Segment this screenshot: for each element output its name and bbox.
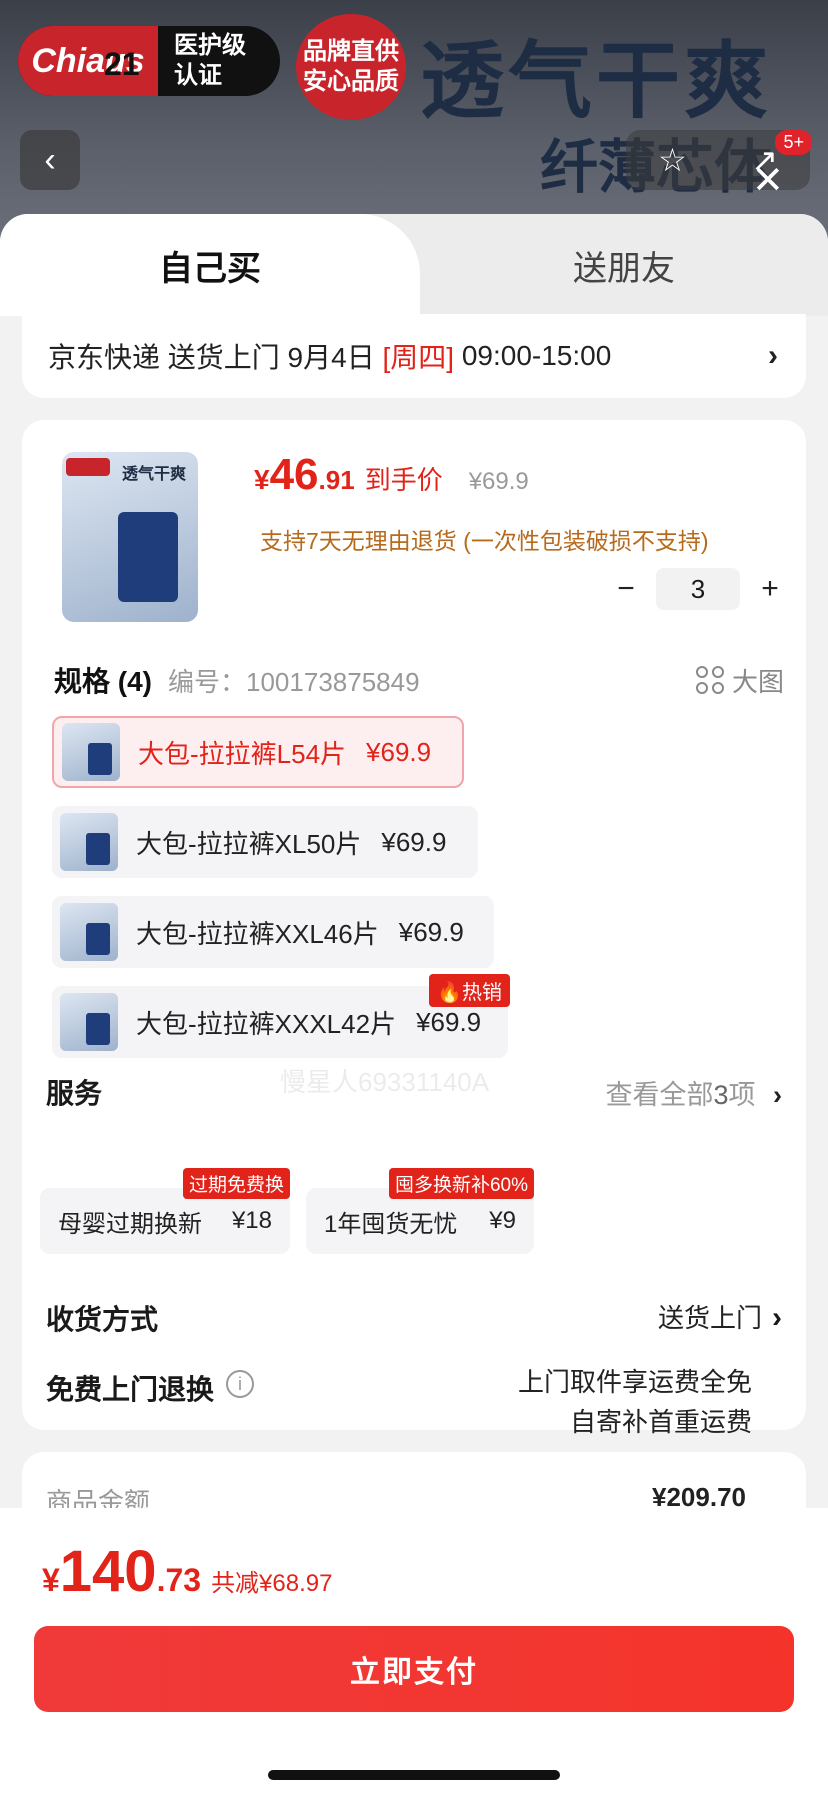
total-savings: 共减¥68.97 [211, 1570, 333, 1597]
qty-minus-button[interactable]: − [604, 572, 648, 606]
back-button[interactable]: ‹ [20, 130, 80, 190]
service-option[interactable]: 1年囤货无忧 ¥9 囤多换新补60% [306, 1168, 534, 1254]
star-icon[interactable]: ☆ [658, 141, 687, 179]
free-return-row: 免费上门退换 i 上门取件享运费全免 自寄补首重运费 [46, 1362, 782, 1442]
spec-code: 编号：100173875849 [168, 666, 420, 697]
spec-price: ¥69.9 [398, 916, 464, 947]
free-return-label: 免费上门退换 [46, 1374, 215, 1405]
spec-thumb [60, 903, 118, 961]
service-price: ¥18 [231, 1207, 272, 1234]
spec-title: 规格 (4) [54, 666, 153, 697]
pay-now-button[interactable]: 立即支付 [34, 1626, 794, 1712]
services-title: 服务 [46, 1078, 103, 1109]
price-int: 46 [269, 450, 319, 499]
big-view-label: 大图 [731, 666, 784, 697]
qty-input[interactable]: 3 [656, 568, 740, 610]
price-dec: .91 [318, 465, 355, 495]
free-return-value: 上门取件享运费全免 自寄补首重运费 [518, 1362, 752, 1442]
view-all-suffix: 项 [728, 1079, 756, 1110]
price-yen: ¥ [254, 464, 270, 495]
total-int: 140 [59, 1539, 157, 1604]
big-view-button[interactable]: 大图 [695, 662, 784, 699]
quantity-stepper: − 3 + [604, 568, 792, 610]
service-tag: 囤多换新补60% [388, 1168, 534, 1199]
cart-badge: 5+ [775, 130, 812, 155]
spec-thumb [62, 723, 120, 781]
spec-name: 大包-拉拉裤L54片 [138, 738, 347, 769]
spec-thumb [60, 993, 118, 1051]
watermark: 慢星人69331140A [280, 1067, 490, 1097]
service-name: 1年囤货无忧 [324, 1210, 458, 1238]
delivery-time: 09:00-15:00 [454, 340, 612, 371]
brand-certification: 医护级 认证 [174, 32, 246, 89]
receive-label: 收货方式 [46, 1304, 159, 1335]
return-note: 支持7天无理由退货 (一次性包装破损不支持) [260, 528, 709, 554]
thumb-title: 透气干爽 [122, 466, 187, 483]
view-all-prefix: 查看全部 [605, 1079, 714, 1110]
status-time: 21 [104, 46, 140, 82]
thumb-pack [118, 512, 178, 602]
delivery-row[interactable]: 京东快递 送货上门 9月4日 [周四] 09:00-15:00 › [22, 314, 806, 398]
services-view-all[interactable]: 查看全部3项 › [605, 1073, 782, 1112]
spec-option[interactable]: 大包-拉拉裤XL50片 ¥69.9 [52, 806, 478, 878]
service-option[interactable]: 母婴过期换新 ¥18 过期免费换 [40, 1168, 290, 1254]
free-return-line1: 上门取件享运费全免 [517, 1367, 752, 1397]
spec-option[interactable]: 大包-拉拉裤XXXL42片 ¥69.9 🔥热销 [52, 974, 510, 1058]
spec-name: 大包-拉拉裤XXXL42片 [136, 1008, 397, 1039]
product-backdrop: Chiaus 医护级 认证 品牌直供 安心品质 透气干爽 纤薄芯体 21 ‹ ☆… [0, 0, 828, 240]
delivery-prefix: 京东快递 送货上门 9月4日 [48, 342, 383, 373]
info-icon[interactable]: i [226, 1370, 255, 1398]
view-all-count: 3 [713, 1079, 729, 1110]
fire-icon: 🔥 [437, 982, 462, 1004]
home-indicator [268, 1770, 560, 1780]
product-thumbnail[interactable]: 透气干爽 [62, 452, 198, 622]
chevron-right-icon: › [768, 339, 778, 372]
qty-plus-button[interactable]: + [748, 572, 792, 606]
close-icon[interactable]: ✕ [752, 162, 784, 200]
spec-name: 大包-拉拉裤XL50片 [136, 828, 362, 859]
checkout-bar: ¥ 140 .73 共减¥68.97 立即支付 [0, 1508, 828, 1796]
tabs: 自己买 送朋友 [0, 214, 828, 316]
receive-value: 送货上门 [657, 1303, 762, 1333]
hot-sale-badge: 🔥热销 [429, 974, 510, 1007]
free-return-line2: 自寄补首重运费 [569, 1407, 752, 1437]
tab-self[interactable]: 自己买 [0, 214, 420, 316]
grid-icon [695, 666, 724, 694]
price-row: ¥ 46 .91 到手价 ¥69.9 [254, 450, 529, 500]
price-tag: 到手价 [364, 465, 443, 495]
spec-price: ¥69.9 [366, 736, 432, 767]
chevron-left-icon: ‹ [44, 140, 56, 179]
chevron-right-icon: › [772, 1301, 782, 1334]
spec-thumb [60, 813, 118, 871]
spec-header: 规格 (4) 编号：100173875849 大图 [54, 660, 784, 700]
receive-method-row[interactable]: 收货方式 送货上门 › [46, 1298, 782, 1338]
service-price: ¥9 [489, 1207, 516, 1234]
backdrop-title: 透气干爽 [420, 34, 773, 128]
spec-option[interactable]: 大包-拉拉裤L54片 ¥69.9 [52, 716, 464, 788]
service-name: 母婴过期换新 [58, 1210, 202, 1238]
delivery-weekday: [周四] [382, 342, 455, 373]
promo-badge: 品牌直供 安心品质 [296, 14, 406, 120]
tab-gift[interactable]: 送朋友 [420, 214, 828, 316]
chevron-right-icon: › [773, 1079, 782, 1110]
spec-option[interactable]: 大包-拉拉裤XXL46片 ¥69.9 [52, 896, 494, 968]
original-price: ¥69.9 [468, 468, 529, 495]
total-yen: ¥ [42, 1562, 60, 1598]
thumb-logo [66, 458, 110, 476]
spec-name: 大包-拉拉裤XXL46片 [136, 918, 379, 949]
product-card: 透气干爽 ¥ 46 .91 到手价 ¥69.9 支持7天无理由退货 (一次性包装… [22, 420, 806, 1437]
spec-price: ¥69.9 [381, 826, 447, 857]
spec-price: ¥69.9 [416, 1006, 482, 1037]
service-tag: 过期免费换 [182, 1168, 290, 1199]
hot-sale-label: 热销 [462, 982, 502, 1004]
total-dec: .73 [156, 1562, 202, 1598]
total-price: ¥ 140 .73 共减¥68.97 [42, 1538, 332, 1605]
brand-logo: Chiaus 医护级 认证 [18, 26, 280, 96]
